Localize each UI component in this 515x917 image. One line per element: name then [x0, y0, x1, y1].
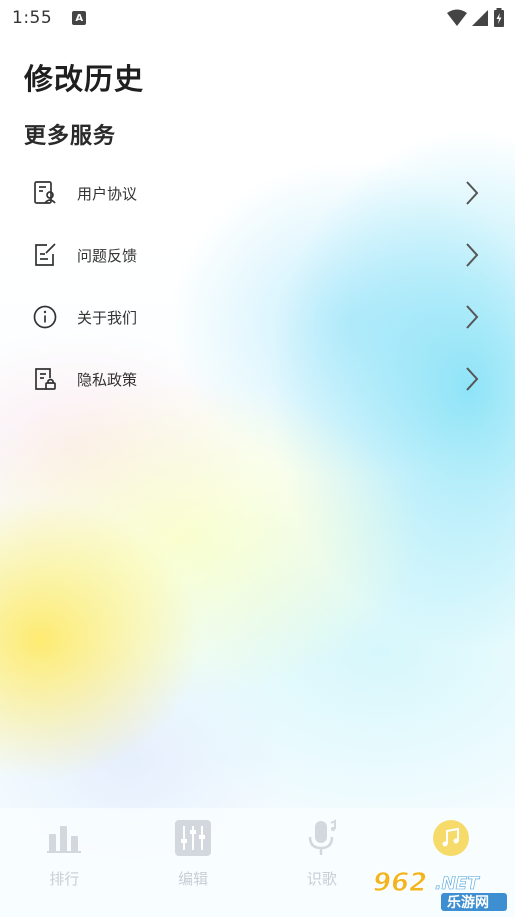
- svg-text:962: 962: [373, 868, 427, 898]
- menu-item-label: 用户协议: [77, 184, 138, 203]
- menu-item-about-us[interactable]: 关于我们: [0, 286, 515, 348]
- menu-item-label: 关于我们: [77, 308, 138, 327]
- battery-charging-icon: [494, 8, 504, 27]
- menu-item-label: 隐私政策: [77, 370, 138, 389]
- tab-label: 编辑: [178, 870, 209, 888]
- chevron-right-icon: [466, 243, 479, 267]
- signal-icon: [472, 10, 488, 26]
- chevron-right-icon: [466, 367, 479, 391]
- music-note-icon: [431, 818, 471, 858]
- chevron-right-icon: [466, 305, 479, 329]
- tab-ranking[interactable]: 排行: [0, 808, 129, 898]
- svg-text:.NET: .NET: [435, 874, 480, 894]
- status-time: 1:55: [12, 8, 53, 28]
- status-icons: [447, 8, 505, 28]
- site-watermark: 962 .NET 乐游网: [371, 865, 511, 913]
- feedback-edit-icon: [31, 241, 59, 269]
- menu-item-feedback[interactable]: 问题反馈: [0, 224, 515, 286]
- user-agreement-icon: [31, 179, 59, 207]
- menu-item-user-agreement[interactable]: 用户协议: [0, 162, 515, 224]
- tab-label: 排行: [49, 870, 80, 888]
- tab-label: 识歌: [306, 870, 337, 888]
- page-title: 修改历史: [24, 62, 145, 96]
- microphone-icon: [302, 818, 342, 858]
- app-notification-icon: A: [72, 11, 87, 25]
- info-circle-icon: [31, 303, 59, 331]
- privacy-lock-document-icon: [31, 365, 59, 393]
- menu-item-privacy-policy[interactable]: 隐私政策: [0, 348, 515, 410]
- tab-recognize-song[interactable]: 识歌: [258, 808, 387, 898]
- watermark-logo: 962 .NET 乐游网: [373, 868, 507, 911]
- wifi-icon: [447, 9, 467, 26]
- tab-edit[interactable]: 编辑: [129, 808, 258, 898]
- chevron-right-icon: [466, 181, 479, 205]
- svg-text:乐游网: 乐游网: [447, 894, 489, 911]
- status-bar: 1:55 A: [0, 0, 515, 36]
- menu-item-label: 问题反馈: [77, 246, 138, 265]
- services-menu: 用户协议 问题反馈 关于我们 隐私政策: [0, 162, 515, 410]
- section-title: 更多服务: [24, 124, 117, 149]
- equalizer-icon: [173, 818, 213, 858]
- bar-chart-icon: [44, 818, 84, 858]
